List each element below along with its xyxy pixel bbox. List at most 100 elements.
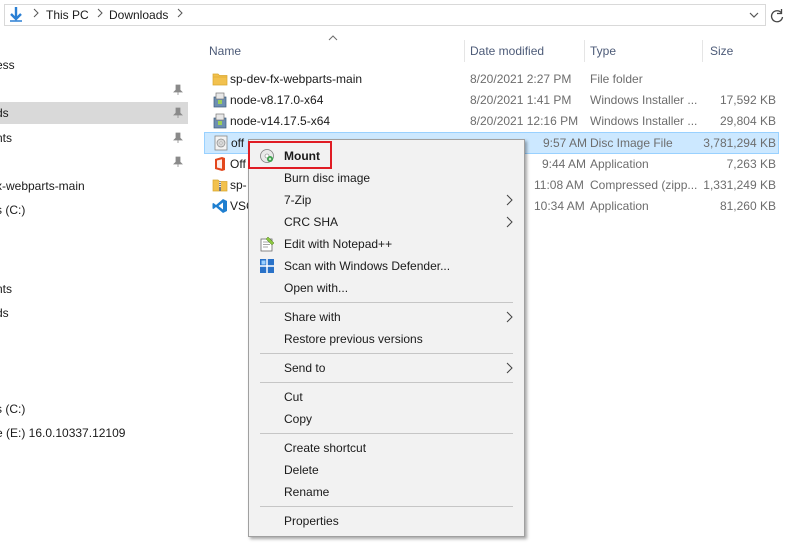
column-header-date[interactable]: Date modified: [470, 44, 544, 58]
msi-installer-icon: [213, 92, 227, 108]
menu-item-copy[interactable]: Copy: [251, 408, 522, 430]
nav-item-label: x-webparts-main: [0, 179, 85, 193]
file-type: Disc Image File: [590, 136, 673, 150]
file-date: 10:34 AM: [534, 199, 585, 213]
menu-item-edit-notepadpp[interactable]: Edit with Notepad++: [251, 233, 522, 255]
nav-item[interactable]: ess: [0, 54, 188, 76]
nav-item-label: ds: [0, 106, 9, 120]
file-date: 9:57 AM: [543, 136, 588, 150]
nav-item-drive[interactable]: s (C:): [0, 199, 188, 221]
menu-separator: [260, 353, 513, 354]
nav-item-downloads[interactable]: ds: [0, 102, 188, 124]
file-size: 7,263 KB: [726, 157, 776, 171]
menu-item-crc-sha[interactable]: CRC SHA: [251, 211, 522, 233]
menu-item-create-shortcut[interactable]: Create shortcut: [251, 437, 522, 459]
file-name: node-v14.17.5-x64: [230, 114, 331, 128]
chevron-down-icon[interactable]: [748, 9, 760, 21]
nav-item-downloads[interactable]: ds: [0, 302, 188, 324]
nav-item-folder[interactable]: x-webparts-main: [0, 175, 188, 197]
file-name: sp-dev-fx-webparts-main: [230, 72, 363, 86]
menu-item-share-with[interactable]: Share with: [251, 306, 522, 328]
breadcrumb-separator-icon[interactable]: [96, 8, 104, 18]
menu-item-label: Restore previous versions: [284, 332, 423, 346]
file-type: Windows Installer ...: [590, 114, 698, 128]
nav-item-documents[interactable]: nts: [0, 278, 188, 300]
pin-icon[interactable]: [172, 84, 184, 96]
file-type: File folder: [590, 72, 643, 86]
menu-item-open-with[interactable]: Open with...: [251, 277, 522, 299]
column-divider[interactable]: [464, 40, 465, 62]
column-divider[interactable]: [584, 40, 585, 62]
nav-item-drive[interactable]: s (C:): [0, 398, 188, 420]
refresh-icon[interactable]: [767, 6, 787, 26]
sort-ascending-icon: [328, 35, 338, 41]
column-divider[interactable]: [702, 40, 703, 62]
msi-installer-icon: [213, 113, 227, 129]
column-header-size[interactable]: Size: [710, 44, 733, 58]
column-header-name[interactable]: Name: [209, 44, 241, 58]
file-size: 17,592 KB: [719, 93, 776, 107]
navigation-pane: ess ds nts x-webparts-main s (C:) nts ds…: [0, 32, 190, 550]
menu-item-cut[interactable]: Cut: [251, 386, 522, 408]
file-row[interactable]: node-v8.17.0-x64 8/20/2021 1:41 PM Windo…: [204, 89, 779, 111]
menu-separator: [260, 506, 513, 507]
chevron-right-icon: [506, 311, 513, 323]
chevron-right-icon: [506, 362, 513, 374]
file-size: 29,804 KB: [719, 114, 776, 128]
breadcrumb-this-pc[interactable]: This PC: [46, 8, 89, 22]
breadcrumb-separator-icon[interactable]: [176, 8, 184, 18]
file-row[interactable]: node-v14.17.5-x64 8/20/2021 12:16 PM Win…: [204, 110, 779, 132]
file-date: 8/20/2021 12:16 PM: [470, 114, 579, 128]
nav-item[interactable]: [0, 151, 188, 173]
downloads-icon: [10, 7, 22, 22]
office-icon: [215, 157, 225, 171]
file-size: 1,331,249 KB: [703, 178, 776, 192]
nav-item-label: ess: [0, 58, 15, 72]
pin-icon[interactable]: [172, 132, 184, 144]
breadcrumb-separator-icon[interactable]: [32, 8, 40, 18]
disc-image-icon: [214, 135, 228, 151]
menu-item-send-to[interactable]: Send to: [251, 357, 522, 379]
menu-item-label: Share with: [284, 310, 341, 324]
file-date: 8/20/2021 1:41 PM: [470, 93, 572, 107]
nav-item-label: s (C:): [0, 402, 26, 416]
menu-item-label: Send to: [284, 361, 326, 375]
file-row[interactable]: sp-dev-fx-webparts-main 8/20/2021 2:27 P…: [204, 68, 779, 90]
file-date: 8/20/2021 2:27 PM: [470, 72, 572, 86]
defender-icon: [260, 259, 274, 273]
breadcrumb-downloads[interactable]: Downloads: [109, 8, 168, 22]
menu-item-rename[interactable]: Rename: [251, 481, 522, 503]
menu-item-label: CRC SHA: [284, 215, 339, 229]
file-name: off: [231, 136, 245, 150]
menu-separator: [260, 382, 513, 383]
menu-item-scan-defender[interactable]: Scan with Windows Defender...: [251, 255, 522, 277]
menu-item-label: Delete: [284, 463, 319, 477]
nav-item-label: nts: [0, 131, 13, 145]
menu-item-label: Cut: [284, 390, 303, 404]
address-bar: This PC Downloads: [0, 0, 789, 32]
nav-item-label: ds: [0, 306, 9, 320]
nav-item-label: s (C:): [0, 203, 26, 217]
menu-item-properties[interactable]: Properties: [251, 510, 522, 532]
menu-item-label: Edit with Notepad++: [284, 237, 393, 251]
menu-item-delete[interactable]: Delete: [251, 459, 522, 481]
file-name: Off: [230, 157, 246, 171]
menu-item-burn-disc-image[interactable]: Burn disc image: [251, 167, 522, 189]
nav-item[interactable]: [0, 79, 188, 101]
menu-item-7zip[interactable]: 7-Zip: [251, 189, 522, 211]
pin-icon[interactable]: [172, 156, 184, 168]
pin-icon[interactable]: [172, 107, 184, 119]
nav-item-dvd-drive[interactable]: e (E:) 16.0.10337.12109: [0, 422, 188, 444]
file-type: Compressed (zipp...: [590, 178, 698, 192]
chevron-right-icon: [506, 194, 513, 206]
menu-item-label: Open with...: [284, 281, 349, 295]
menu-item-label: Rename: [284, 485, 330, 499]
menu-item-restore-versions[interactable]: Restore previous versions: [251, 328, 522, 350]
file-date: 9:44 AM: [542, 157, 587, 171]
file-size: 3,781,294 KB: [703, 136, 776, 150]
menu-item-label: Copy: [284, 412, 313, 426]
nav-item-label: nts: [0, 282, 13, 296]
chevron-right-icon: [506, 216, 513, 228]
column-header-type[interactable]: Type: [590, 44, 616, 58]
nav-item-documents[interactable]: nts: [0, 127, 188, 149]
